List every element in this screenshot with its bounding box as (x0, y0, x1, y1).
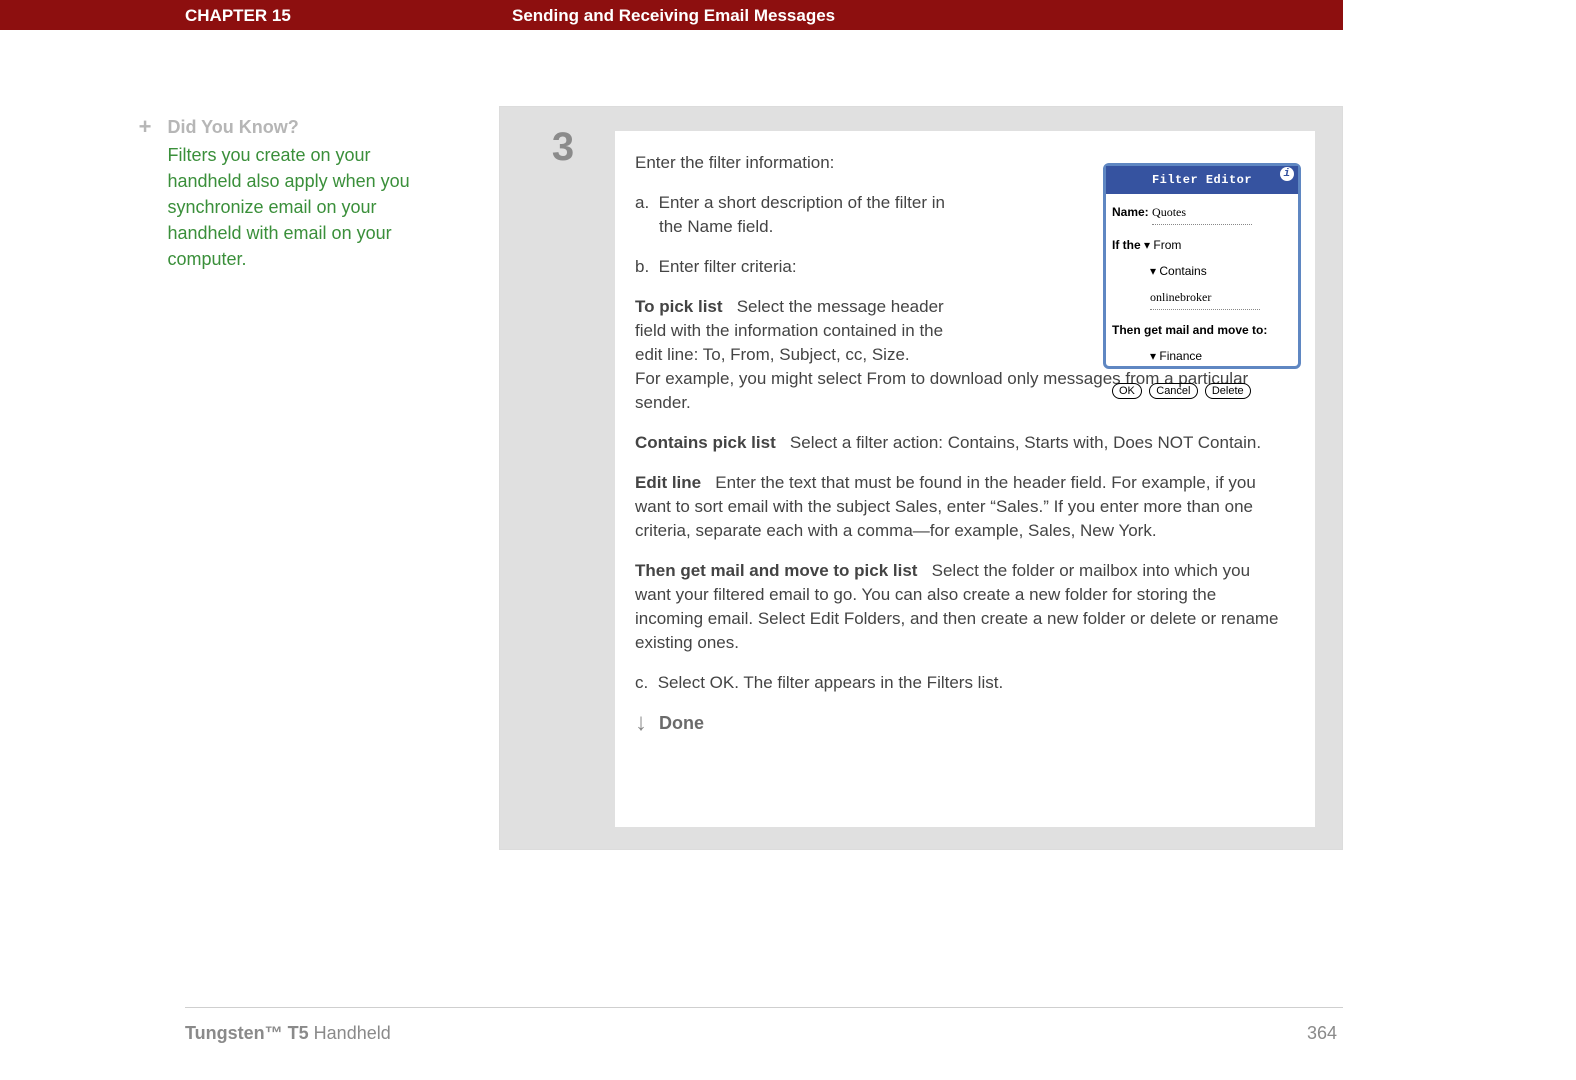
then-block: Then get mail and move to pick list Sele… (635, 559, 1285, 655)
done-label: Done (659, 711, 704, 735)
criteria-field[interactable]: onlinebroker (1150, 285, 1260, 310)
editline-block: Edit line Enter the text that must be fo… (635, 471, 1285, 543)
step-b: b. Enter filter criteria: (659, 255, 955, 279)
step-intro: Enter the filter information: (635, 151, 955, 175)
if-label: If the (1112, 238, 1141, 252)
step-body: Filter Editor i Name: Quotes If the From… (615, 131, 1315, 827)
plus-icon: + (135, 117, 155, 137)
name-field[interactable]: Quotes (1152, 200, 1252, 225)
ok-button[interactable]: OK (1112, 383, 1142, 399)
tip-body: Filters you create on your handheld also… (167, 142, 417, 272)
footer-rule (185, 1007, 1343, 1008)
dialog-body: Name: Quotes If the From Contains online… (1106, 194, 1298, 406)
down-arrow-icon: ↓ (635, 713, 647, 733)
step-number: 3 (518, 125, 608, 170)
chapter-label: CHAPTER 15 (185, 6, 291, 26)
dialog-buttons: OK Cancel Delete (1112, 378, 1292, 402)
footer-product: Tungsten™ T5 Handheld (185, 1023, 391, 1044)
done-row: ↓ Done (635, 711, 1285, 735)
step-c: c. Select OK. The filter appears in the … (659, 671, 1285, 695)
from-dropdown[interactable]: From (1144, 238, 1181, 252)
delete-button[interactable]: Delete (1205, 383, 1251, 399)
chapter-banner: CHAPTER 15 Sending and Receiving Email M… (0, 0, 1343, 30)
step-a: a. Enter a short description of the filt… (659, 191, 955, 239)
page-number: 364 (1307, 1023, 1337, 1044)
name-label: Name: (1112, 205, 1149, 219)
info-icon[interactable]: i (1280, 167, 1294, 181)
did-you-know-sidebar: + Did You Know? Filters you create on yo… (135, 117, 435, 272)
step-panel: 3 Filter Editor i Name: Quotes If the Fr… (499, 106, 1343, 850)
moveto-dropdown[interactable]: Finance (1150, 349, 1202, 363)
chapter-title: Sending and Receiving Email Messages (512, 6, 835, 26)
cancel-button[interactable]: Cancel (1149, 383, 1197, 399)
dialog-title: Filter Editor (1152, 173, 1252, 187)
tip-heading: Did You Know? (167, 117, 417, 138)
dialog-titlebar: Filter Editor i (1106, 166, 1298, 194)
to-pick-block-1: To pick list Select the message header f… (635, 295, 955, 367)
tip: Did You Know? Filters you create on your… (167, 117, 417, 272)
filter-editor-dialog: Filter Editor i Name: Quotes If the From… (1103, 163, 1301, 369)
contains-dropdown[interactable]: Contains (1150, 264, 1207, 278)
then-label: Then get mail and move to: (1112, 318, 1292, 342)
page: CHAPTER 15 Sending and Receiving Email M… (0, 0, 1343, 1080)
contains-block: Contains pick list Select a filter actio… (635, 431, 1285, 455)
